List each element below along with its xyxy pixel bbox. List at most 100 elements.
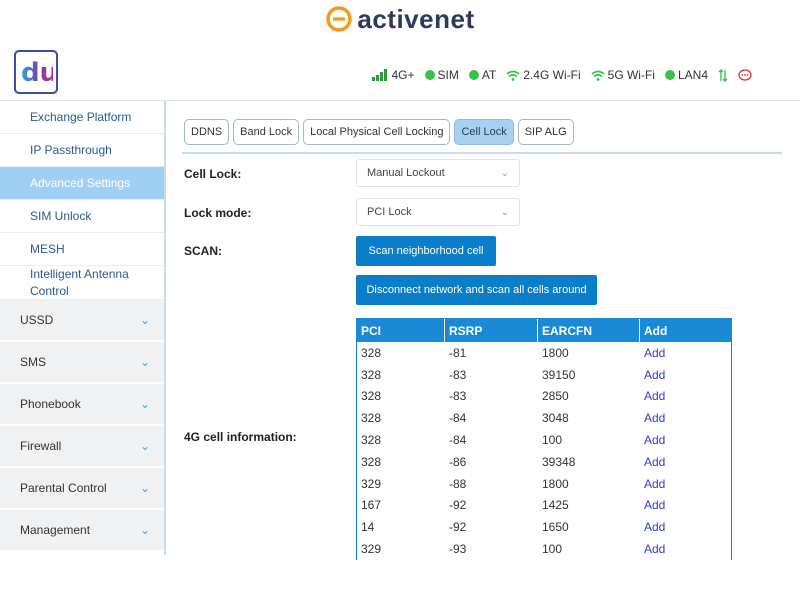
add-link[interactable]: Add [640,407,731,429]
sidebar-menu-parental-control[interactable]: Parental Control ⌄ [0,468,164,510]
sidebar-menu-sms[interactable]: SMS ⌄ [0,342,164,384]
header-pci: PCI [357,319,445,342]
cell-earcfn: 1425 [542,498,569,513]
cell-earcfn: 1800 [542,476,569,491]
cell-info-label: 4G cell information: [184,430,297,444]
chevron-down-icon: ⌄ [500,206,509,218]
add-link[interactable]: Add [640,538,731,560]
table-row: 328 -83 39150 Add [357,364,731,386]
sidebar-item-exchange-platform[interactable]: Exchange Platform [0,101,164,134]
add-link[interactable]: Add [640,386,731,408]
du-logo[interactable]: du [14,50,58,94]
cell-pci: 329 [361,476,382,491]
status-at: AT [468,68,497,82]
cell-rsrp: -88 [449,476,467,491]
activenet-logo-icon [326,6,353,32]
cell-pci: 14 [361,520,375,535]
status-bar: 4G+ SIM AT 2.4G Wi-Fi 5G Wi-Fi LAN4 [372,68,752,82]
svg-text:du: du [21,58,53,87]
menu-label: Management [20,523,91,537]
sidebar-item-sim-unlock[interactable]: SIM Unlock [0,200,164,233]
scan-label: SCAN: [184,244,222,258]
cell-earcfn: 100 [542,542,563,557]
wifi-icon [506,70,520,81]
cell-lock-select[interactable]: Manual Lockout ⌄ [356,159,520,187]
disconnect-scan-button[interactable]: Disconnect network and scan all cells ar… [356,275,597,305]
sidebar-item-advanced-settings[interactable]: Advanced Settings [0,167,164,200]
cell-rsrp: -83 [449,367,467,382]
sidebar-item-ip-passthrough[interactable]: IP Passthrough [0,134,164,167]
cell-rsrp: -84 [449,411,467,426]
lock-mode-select[interactable]: PCI Lock ⌄ [356,198,520,226]
status-4g: 4G+ [372,68,415,82]
status-label: 4G+ [391,68,415,82]
add-link[interactable]: Add [640,495,731,517]
cell-table: PCI RSRP EARCFN Add 328 -81 1800 Add 328 -83… [356,318,732,560]
message-icon[interactable] [738,68,752,82]
cell-rsrp: -81 [449,345,467,360]
tab-band-lock[interactable]: Band Lock [233,119,300,145]
cell-earcfn: 1650 [542,520,569,535]
brand-bar: activenet [0,2,800,36]
add-link[interactable]: Add [640,342,731,364]
add-link[interactable]: Add [640,364,731,386]
sidebar: Exchange Platform IP Passthrough Advance… [0,101,166,555]
table-row: 14 -92 1650 Add [357,516,731,538]
cell-rsrp: -92 [449,520,467,535]
add-link[interactable]: Add [640,451,731,473]
chevron-down-icon: ⌄ [139,313,150,327]
menu-label: SMS [20,355,47,369]
signal-bars-icon [372,69,388,81]
cell-earcfn: 1800 [542,345,569,360]
table-row: 329 -93 100 Add [357,538,731,560]
cell-pci: 167 [361,498,382,513]
green-dot-icon [664,70,675,80]
status-wifi-24: 2.4G Wi-Fi [506,68,581,82]
cell-rsrp: -83 [449,389,467,404]
tab-local-physical-cell-locking[interactable]: Local Physical Cell Locking [303,119,451,145]
cell-pci: 328 [361,433,382,448]
lock-mode-label: Lock mode: [184,206,252,220]
cell-earcfn: 39150 [542,367,576,382]
tab-bar: DDNS Band Lock Local Physical Cell Locki… [184,119,574,145]
cell-pci: 328 [361,454,382,469]
header-rsrp: RSRP [445,319,538,342]
add-link[interactable]: Add [640,473,731,495]
tab-sip-alg[interactable]: SIP ALG [517,119,574,145]
cell-pci: 328 [361,389,382,404]
scan-neighborhood-button[interactable]: Scan neighborhood cell [356,236,496,266]
table-row: 167 -92 1425 Add [357,495,731,517]
sidebar-item-mesh[interactable]: MESH [0,233,164,266]
sidebar-item-intelligent-antenna-control[interactable]: Intelligent Antenna Control [0,266,164,300]
chevron-down-icon: ⌄ [500,167,509,179]
cell-lock-value: Manual Lockout [367,167,445,179]
cell-earcfn: 2850 [542,389,569,404]
table-header: PCI RSRP EARCFN Add [357,319,731,342]
chevron-down-icon: ⌄ [139,523,150,537]
sidebar-menu-management[interactable]: Management ⌄ [0,510,164,552]
sidebar-menu-phonebook[interactable]: Phonebook ⌄ [0,384,164,426]
cell-rsrp: -93 [449,542,467,557]
status-lan4: LAN4 [664,68,708,82]
tab-ddns[interactable]: DDNS [184,119,230,145]
cell-rsrp: -84 [449,433,467,448]
cell-lock-label: Cell Lock: [184,167,242,181]
green-dot-icon [468,70,479,80]
add-link[interactable]: Add [640,429,731,451]
sidebar-menu-firewall[interactable]: Firewall ⌄ [0,426,164,468]
status-label: 5G Wi-Fi [607,68,655,82]
header-earcfn: EARCFN [538,319,640,342]
status-label: AT [481,68,497,82]
menu-label: USSD [20,313,54,327]
tab-cell-lock[interactable]: Cell Lock [454,119,514,145]
sidebar-menu-ussd[interactable]: USSD ⌄ [0,300,164,342]
status-wifi-5: 5G Wi-Fi [591,68,655,82]
chevron-down-icon: ⌄ [139,481,150,495]
data-transfer-icon [718,68,728,82]
status-label: 2.4G Wi-Fi [523,68,581,82]
add-link[interactable]: Add [640,516,731,538]
table-row: 328 -83 2850 Add [357,386,731,408]
status-label: LAN4 [677,68,708,82]
menu-label: Firewall [20,439,62,453]
cell-pci: 329 [361,542,382,557]
